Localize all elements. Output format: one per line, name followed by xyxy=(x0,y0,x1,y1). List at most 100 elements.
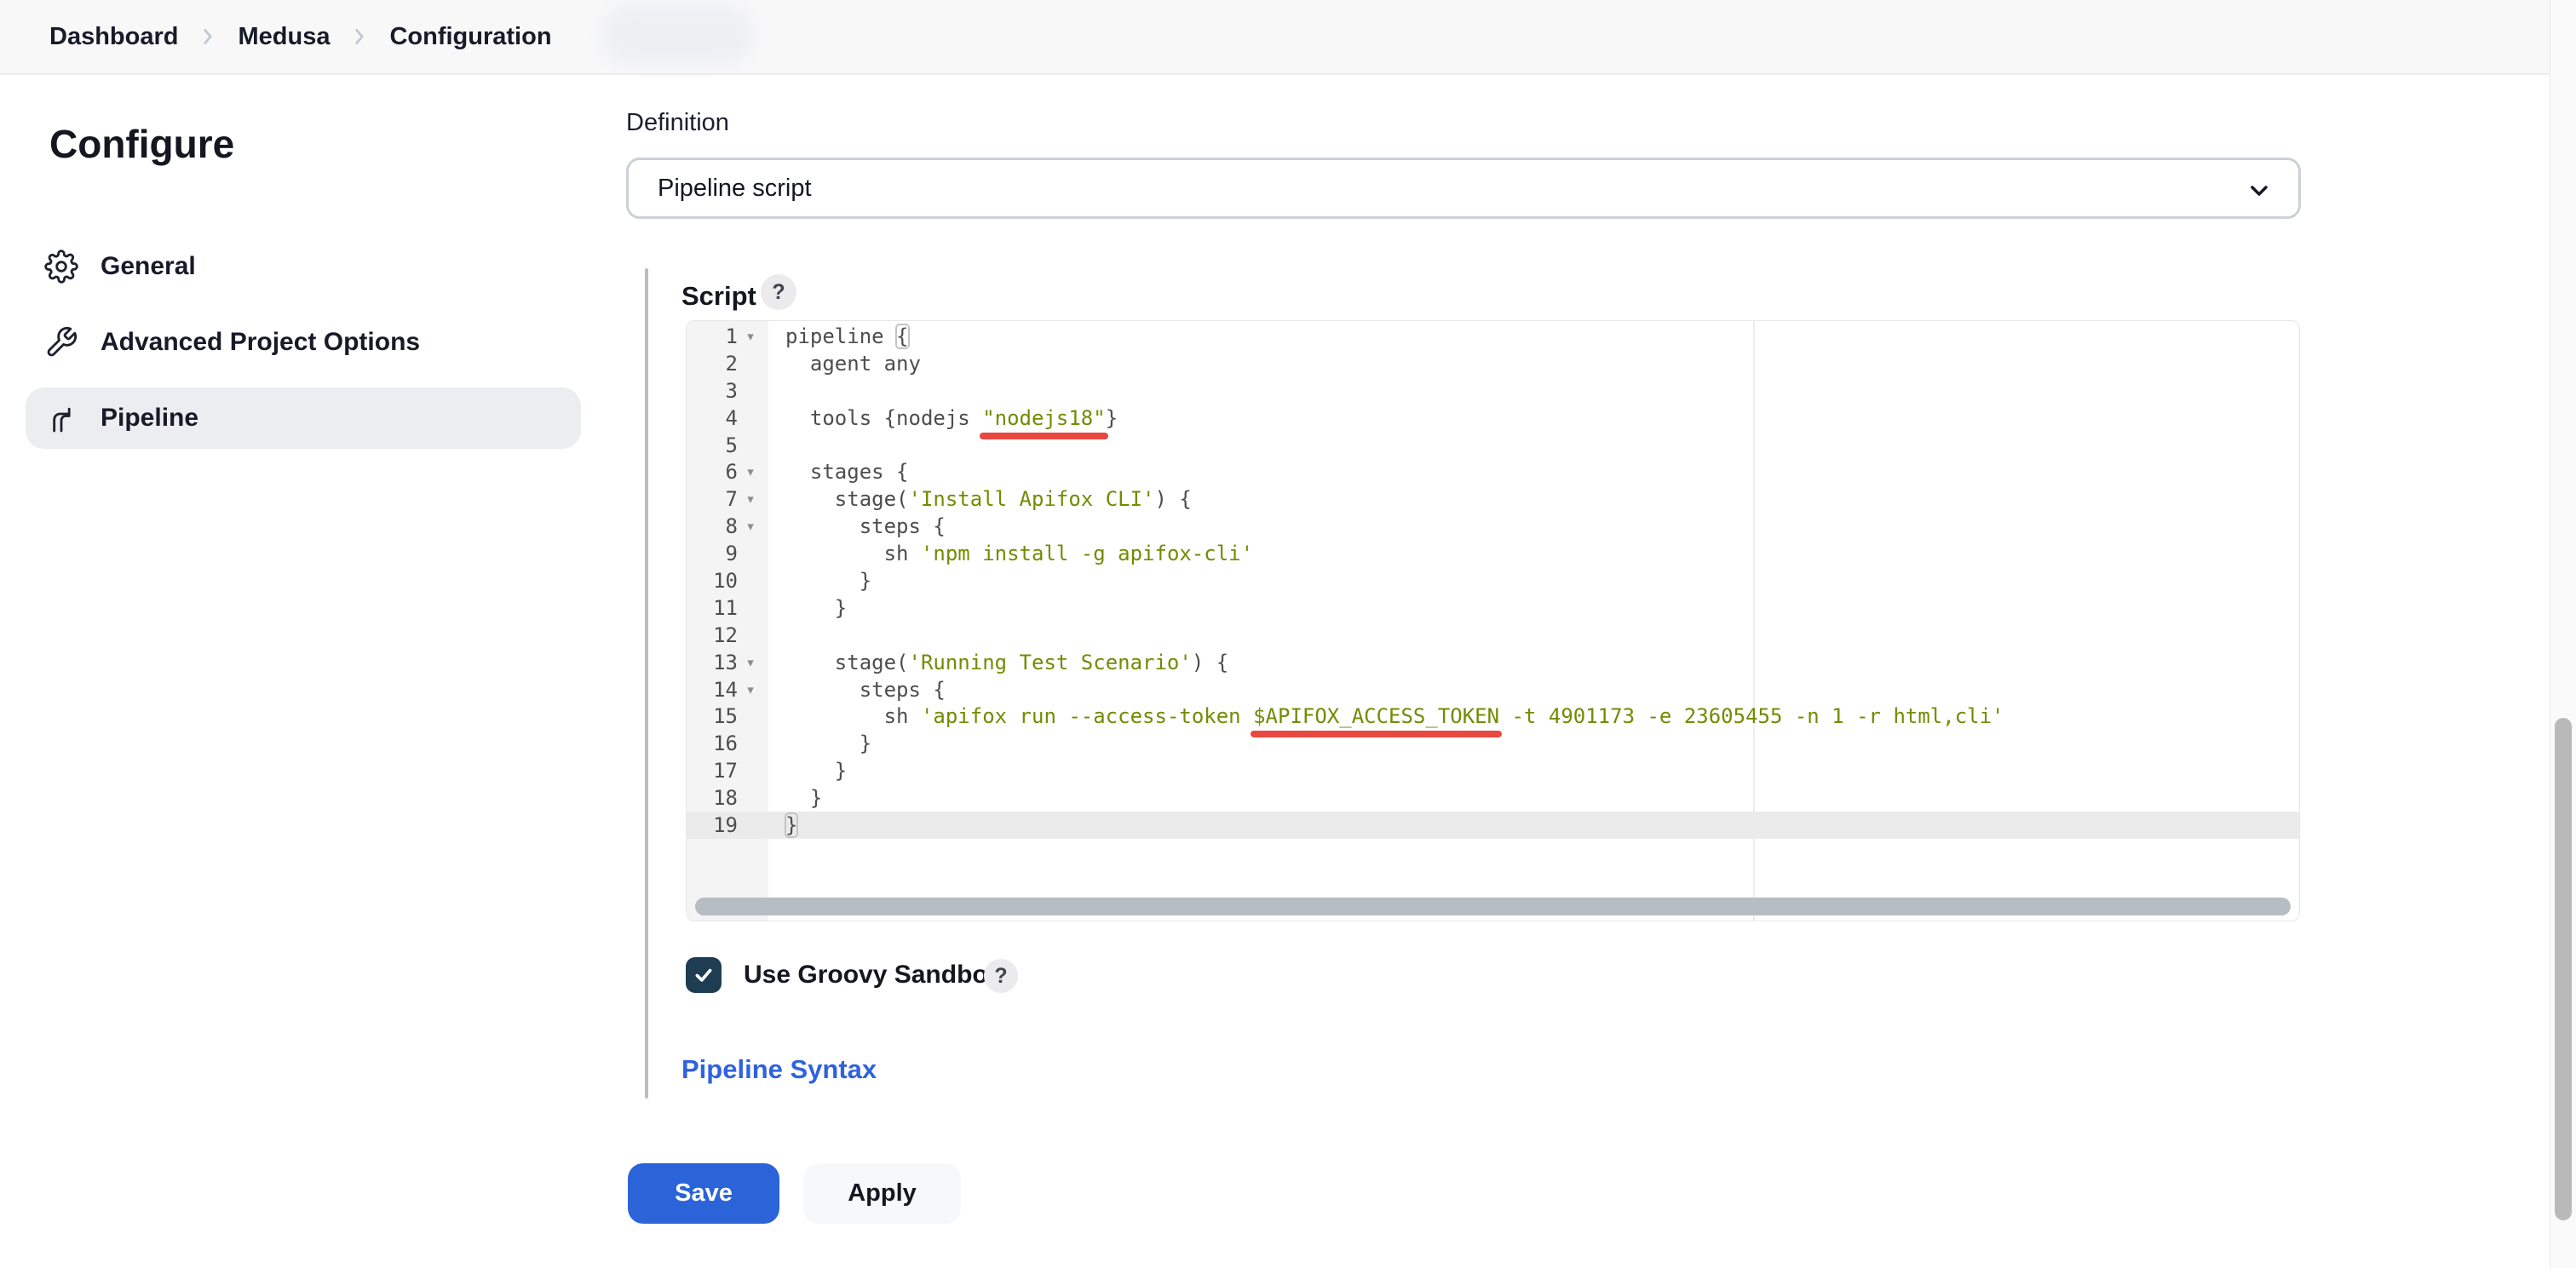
code-line-18[interactable]: 18 } xyxy=(687,784,2299,812)
script-help-button[interactable]: ? xyxy=(761,274,796,310)
code-line-5[interactable]: 5 xyxy=(687,432,2299,459)
line-number-cell: 1▾ xyxy=(687,323,768,350)
line-number: 16 xyxy=(687,732,738,755)
groovy-sandbox-label: Use Groovy Sandbox xyxy=(744,961,1002,990)
groovy-sandbox-checkbox[interactable] xyxy=(686,957,722,993)
line-number: 11 xyxy=(687,596,738,620)
chevron-down-icon xyxy=(2245,177,2273,204)
code-text: sh 'apifox run --access-token $APIFOX_AC… xyxy=(768,704,2004,728)
code-line-13[interactable]: 13▾ stage('Running Test Scenario') { xyxy=(687,649,2299,676)
code-line-8[interactable]: 8▾ steps { xyxy=(687,513,2299,540)
red-underlined-token: "nodejs18" xyxy=(982,406,1106,430)
page-scrollbar-track xyxy=(2550,0,2576,1268)
line-number-cell: 17 xyxy=(687,757,768,784)
code-line-1[interactable]: 1▾pipeline { xyxy=(687,323,2299,350)
code-text: steps { xyxy=(768,678,946,702)
breadcrumb-bar: Dashboard Medusa Configuration xyxy=(0,0,2576,75)
fold-arrow-icon[interactable]: ▾ xyxy=(738,491,763,507)
fold-arrow-icon[interactable]: ▾ xyxy=(738,682,763,697)
code-line-7[interactable]: 7▾ stage('Install Apifox CLI') { xyxy=(687,485,2299,513)
code-line-3[interactable]: 3 xyxy=(687,377,2299,404)
page-title: Configure xyxy=(49,121,234,167)
sidebar-item-general[interactable]: General xyxy=(26,236,581,297)
sandbox-help-button[interactable]: ? xyxy=(984,959,1018,993)
sidebar-item-label: Advanced Project Options xyxy=(101,328,420,357)
line-number-cell: 15 xyxy=(687,703,768,730)
code-line-10[interactable]: 10 } xyxy=(687,567,2299,594)
line-number: 17 xyxy=(687,759,738,783)
code-line-16[interactable]: 16 } xyxy=(687,730,2299,757)
chevron-right-icon xyxy=(348,26,371,48)
line-number: 19 xyxy=(687,813,738,837)
code-lines: 1▾pipeline {2 agent any34 tools {nodejs … xyxy=(687,323,2299,839)
sidebar-item-pipeline[interactable]: Pipeline xyxy=(26,387,581,449)
config-sidebar: General Advanced Project Options Pipelin… xyxy=(26,236,581,449)
code-line-11[interactable]: 11 } xyxy=(687,594,2299,622)
code-line-14[interactable]: 14▾ steps { xyxy=(687,676,2299,703)
line-number-cell: 9 xyxy=(687,540,768,567)
code-line-19[interactable]: 19} xyxy=(687,812,2299,839)
line-number-cell: 4 xyxy=(687,404,768,432)
fold-arrow-icon[interactable]: ▾ xyxy=(738,519,763,534)
line-number: 12 xyxy=(687,623,738,647)
code-line-2[interactable]: 2 agent any xyxy=(687,350,2299,377)
line-number-cell: 6▾ xyxy=(687,458,768,485)
line-number-cell: 16 xyxy=(687,730,768,757)
code-text: } xyxy=(768,569,871,593)
fold-arrow-icon[interactable]: ▾ xyxy=(738,464,763,479)
editor-horizontal-scrollbar[interactable] xyxy=(695,898,2291,915)
line-number-cell: 8▾ xyxy=(687,513,768,540)
line-number: 15 xyxy=(687,704,738,728)
code-line-15[interactable]: 15 sh 'apifox run --access-token $APIFOX… xyxy=(687,703,2299,730)
fold-arrow-icon[interactable]: ▾ xyxy=(738,655,763,670)
line-number: 18 xyxy=(687,786,738,810)
code-text: } xyxy=(768,732,871,755)
script-label: Script xyxy=(681,281,756,312)
breadcrumb-dashboard[interactable]: Dashboard xyxy=(49,23,178,51)
line-number-cell: 12 xyxy=(687,622,768,649)
checkmark-icon xyxy=(693,964,715,986)
code-text: tools {nodejs "nodejs18"} xyxy=(768,406,1118,430)
sidebar-item-label: General xyxy=(101,252,196,281)
line-number: 1 xyxy=(687,324,738,348)
line-number: 5 xyxy=(687,433,738,457)
fold-arrow-icon[interactable]: ▾ xyxy=(738,329,763,344)
code-line-9[interactable]: 9 sh 'npm install -g apifox-cli' xyxy=(687,540,2299,567)
definition-select[interactable]: Pipeline script xyxy=(626,158,2301,219)
code-text: pipeline { xyxy=(768,324,909,348)
code-text: sh 'npm install -g apifox-cli' xyxy=(768,542,1253,565)
line-number: 2 xyxy=(687,352,738,376)
line-number-cell: 19 xyxy=(687,812,768,839)
header-highlight-blob xyxy=(601,5,754,65)
code-line-17[interactable]: 17 } xyxy=(687,757,2299,784)
line-number-cell: 14▾ xyxy=(687,676,768,703)
definition-label: Definition xyxy=(626,109,729,137)
save-button[interactable]: Save xyxy=(628,1163,779,1224)
definition-select-value: Pipeline script xyxy=(658,175,812,203)
gear-icon xyxy=(44,250,78,284)
code-line-4[interactable]: 4 tools {nodejs "nodejs18"} xyxy=(687,404,2299,432)
sidebar-item-advanced-project-options[interactable]: Advanced Project Options xyxy=(26,312,581,373)
line-number: 13 xyxy=(687,651,738,674)
breadcrumb-configuration[interactable]: Configuration xyxy=(389,23,551,51)
code-text: } xyxy=(768,596,847,620)
line-number: 4 xyxy=(687,406,738,430)
line-number-cell: 5 xyxy=(687,432,768,459)
apply-button[interactable]: Apply xyxy=(803,1163,961,1224)
line-number: 14 xyxy=(687,678,738,702)
red-underlined-token: $APIFOX_ACCESS_TOKEN xyxy=(1253,704,1499,728)
chevron-right-icon xyxy=(197,26,219,48)
wrench-icon xyxy=(44,325,78,359)
pipeline-script-editor[interactable]: 1▾pipeline {2 agent any34 tools {nodejs … xyxy=(686,320,2300,921)
line-number: 3 xyxy=(687,379,738,403)
code-text: stage('Install Apifox CLI') { xyxy=(768,487,1192,511)
breadcrumb-job[interactable]: Medusa xyxy=(238,23,330,51)
page-scrollbar-thumb[interactable] xyxy=(2555,718,2572,1220)
pipeline-syntax-link[interactable]: Pipeline Syntax xyxy=(681,1054,877,1085)
code-line-12[interactable]: 12 xyxy=(687,622,2299,649)
line-number-cell: 3 xyxy=(687,377,768,404)
pipeline-icon xyxy=(44,401,78,435)
line-number-cell: 7▾ xyxy=(687,485,768,513)
code-line-6[interactable]: 6▾ stages { xyxy=(687,458,2299,485)
sidebar-item-label: Pipeline xyxy=(101,404,198,433)
